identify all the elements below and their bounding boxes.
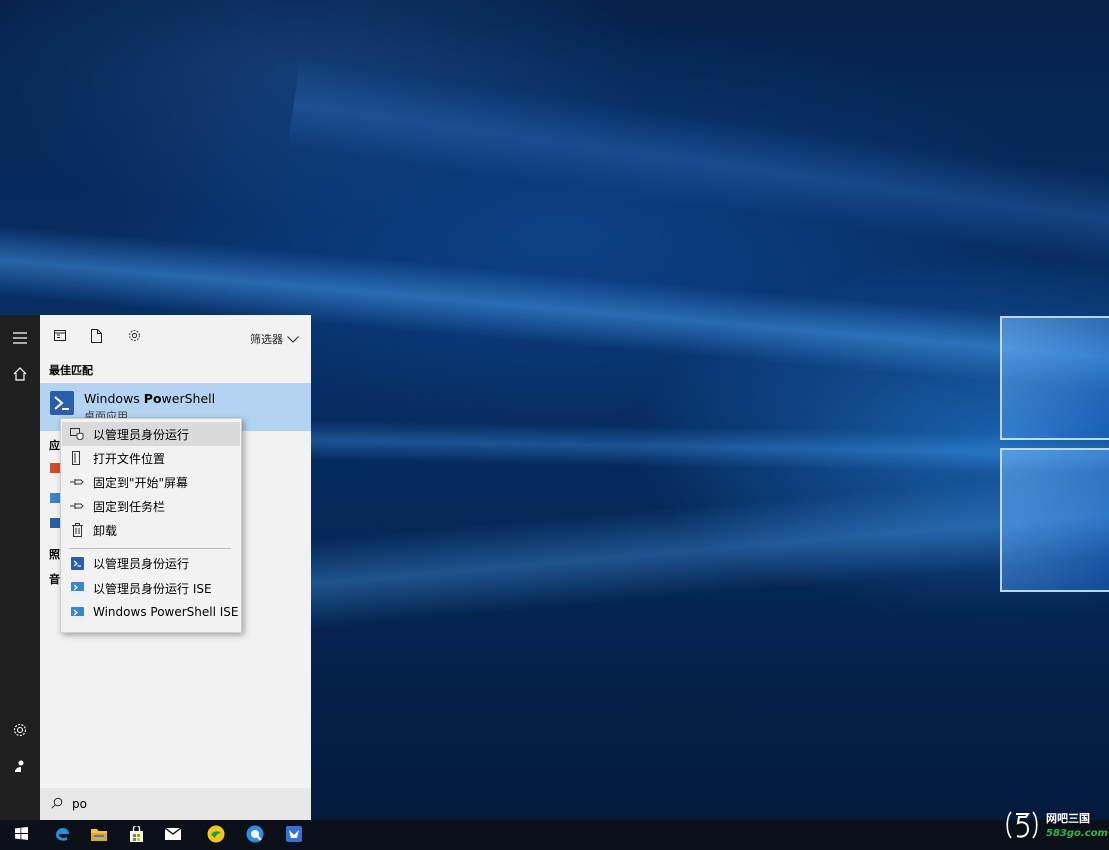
context-menu: 以管理员身份运行 打开文件位置 固定到"开始"屏幕 固定到任务栏 卸载 以管理员… (60, 418, 242, 633)
powershell-icon (50, 518, 60, 528)
title-prefix: Windows (84, 391, 144, 406)
mail-icon (164, 826, 182, 843)
light-beam (299, 420, 1109, 475)
menu-item-label: 固定到"开始"屏幕 (93, 476, 189, 490)
taskbar-app-button[interactable] (237, 820, 273, 850)
settings-section-heading: 照 (49, 548, 60, 561)
taskbar-store-button[interactable] (118, 820, 154, 850)
apps-icon (54, 330, 66, 344)
music-section-heading: 音 (49, 573, 60, 586)
pin-start-icon (70, 475, 84, 489)
powershell-icon (50, 493, 60, 503)
title-match: Po (143, 391, 162, 406)
powershell-ise-icon (70, 606, 84, 620)
app-icon (207, 825, 225, 846)
start-button[interactable] (3, 820, 39, 850)
powershell-ise-icon (70, 581, 84, 595)
taskbar-edge-button[interactable] (44, 820, 80, 850)
start-rail (0, 315, 40, 820)
gear-icon (13, 723, 27, 740)
taskbar-app-button[interactable] (198, 820, 234, 850)
menu-item-run-as-admin[interactable]: 以管理员身份运行 (62, 422, 240, 446)
powershell-icon (50, 391, 74, 415)
best-match-heading: 最佳匹配 (49, 364, 93, 377)
filter-dropdown[interactable]: 筛选器 (250, 331, 299, 347)
light-beam (300, 465, 1109, 630)
panel-toolbar: 筛选器 (40, 323, 311, 351)
watermark-title: 网吧三国 (1046, 812, 1090, 825)
taskbar-mail-button[interactable] (155, 820, 191, 850)
watermark-logo-icon (1002, 808, 1042, 845)
menu-item-label: 以管理员身份运行 (93, 428, 190, 442)
app-icon (50, 463, 60, 473)
light-beam (287, 60, 1109, 268)
gear-icon (128, 329, 141, 345)
app-icon (246, 825, 264, 846)
user-icon (13, 759, 27, 776)
menu-separator (69, 548, 231, 549)
document-icon (90, 328, 102, 346)
powershell-icon (70, 556, 84, 570)
menu-item-open-file-location[interactable]: 打开文件位置 (62, 446, 240, 470)
app-icon (286, 825, 302, 845)
windows-logo-pane (1000, 316, 1109, 440)
title-suffix: werShell (161, 391, 216, 406)
menu-item-pin-to-start[interactable]: 固定到"开始"屏幕 (62, 470, 240, 494)
search-input[interactable]: po (72, 797, 87, 811)
hamburger-menu-button[interactable] (0, 321, 40, 357)
menu-item-label: 卸载 (93, 524, 118, 538)
run-as-admin-icon (70, 427, 84, 441)
user-account-button[interactable] (0, 749, 40, 785)
menu-item-label: 固定到任务栏 (93, 500, 166, 514)
menu-item-label: 以管理员身份运行 ISE (93, 582, 212, 596)
menu-item-powershell-ise[interactable]: Windows PowerShell ISE (62, 601, 240, 625)
hamburger-icon (13, 331, 27, 347)
settings-button[interactable] (0, 713, 40, 749)
uninstall-icon (70, 523, 84, 537)
windows-icon (14, 827, 28, 843)
pin-taskbar-icon (70, 499, 84, 513)
filter-label: 筛选器 (250, 333, 283, 346)
chevron-down-icon (287, 333, 299, 346)
watermark-url: 583go.com (1046, 828, 1108, 839)
apps-section-heading: 应 (49, 439, 60, 452)
store-icon (129, 824, 144, 845)
home-button[interactable] (0, 357, 40, 393)
search-icon (51, 797, 63, 812)
menu-item-label: Windows PowerShell ISE (93, 605, 239, 619)
taskbar-app-button[interactable] (276, 820, 312, 850)
menu-item-uninstall[interactable]: 卸载 (62, 518, 240, 542)
best-match-title: Windows PowerShell (84, 391, 215, 406)
watermark: 网吧三国 583go.com (1000, 806, 1109, 846)
menu-item-run-as-admin-task[interactable]: 以管理员身份运行 (62, 551, 240, 575)
edge-icon (54, 826, 70, 845)
menu-item-label: 以管理员身份运行 (93, 557, 190, 571)
search-box[interactable]: po (40, 788, 311, 820)
menu-item-pin-to-taskbar[interactable]: 固定到任务栏 (62, 494, 240, 518)
settings-filter-button[interactable] (124, 327, 144, 347)
menu-item-run-as-admin-ise[interactable]: 以管理员身份运行 ISE (62, 576, 240, 600)
home-icon (13, 366, 27, 384)
open-folder-icon (70, 451, 84, 465)
taskbar-file-explorer-button[interactable] (81, 820, 117, 850)
apps-filter-button[interactable] (50, 327, 70, 347)
folder-icon (91, 827, 107, 844)
taskbar (0, 820, 1109, 850)
menu-item-label: 打开文件位置 (93, 452, 166, 466)
windows-logo-pane (1000, 448, 1109, 592)
documents-filter-button[interactable] (86, 327, 106, 347)
